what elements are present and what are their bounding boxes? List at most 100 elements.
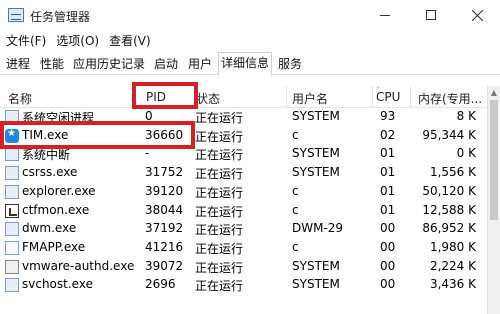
process-pid: 38044 [145, 202, 184, 217]
col-pid[interactable]: PID [146, 90, 166, 104]
maximize-icon [426, 10, 436, 20]
process-status: 正在运行 [195, 167, 244, 182]
process-pid: - [145, 146, 150, 161]
col-memory[interactable]: 内存(专用... [418, 90, 482, 107]
process-pid: 37192 [145, 221, 184, 236]
table-row[interactable]: svchost.exe 2696 正在运行 SYSTEM 00 3,436 K [0, 276, 487, 295]
process-user: c [292, 239, 299, 254]
process-memory: 50,120 K [422, 183, 476, 198]
process-user: SYSTEM [292, 109, 340, 123]
process-cpu: 93 [380, 109, 396, 123]
table-row[interactable]: ctfmon.exe 38044 正在运行 c 01 12,588 K [0, 202, 487, 221]
process-cpu: 02 [380, 127, 396, 142]
tab-details[interactable]: 详细信息 [218, 52, 272, 76]
table-row[interactable]: TIM.exe 36660 正在运行 c 02 95,344 K [0, 127, 487, 146]
process-pid: 36660 [145, 127, 184, 142]
vertical-scrollbar[interactable]: ▲ [487, 86, 500, 314]
process-user: c [292, 127, 299, 142]
col-cpu[interactable]: CPU [376, 90, 400, 104]
process-memory: 1,980 K [429, 239, 476, 254]
process-pid: 39072 [145, 258, 184, 273]
process-status: 正在运行 [195, 204, 244, 219]
tim-app-icon [5, 128, 19, 143]
title-bar: 任务管理器 [0, 0, 500, 30]
process-pid: 0 [145, 109, 153, 123]
process-user: SYSTEM [292, 146, 340, 161]
tab-users[interactable]: 用户 [184, 53, 216, 75]
col-status[interactable]: 状态 [196, 90, 220, 107]
process-pid: 39120 [145, 183, 184, 198]
tab-startup[interactable]: 启动 [150, 53, 182, 75]
process-memory: 2,224 K [429, 258, 476, 273]
menu-view[interactable]: 查看(V) [109, 32, 151, 49]
process-name: FMAPP.exe [22, 239, 86, 254]
system-icon [5, 147, 19, 162]
scroll-thumb[interactable] [490, 100, 498, 220]
menu-options[interactable]: 选项(O) [56, 32, 99, 49]
window-icon [5, 278, 19, 293]
window-icon [5, 184, 19, 199]
process-memory: 86,952 K [422, 221, 476, 236]
process-cpu: 01 [380, 146, 396, 161]
process-name: csrss.exe [22, 165, 78, 180]
table-row[interactable]: csrss.exe 31752 正在运行 SYSTEM 01 1,556 K [0, 164, 487, 183]
process-pid: 31752 [145, 165, 184, 180]
column-header: 名称 PID 状态 用户名 ˅ CPU 内存(专用... [0, 86, 487, 108]
window-title: 任务管理器 [30, 10, 91, 24]
fmapp-icon [5, 240, 19, 255]
table-row[interactable]: FMAPP.exe 41216 正在运行 c 00 1,980 K [0, 239, 487, 258]
process-status: 正在运行 [195, 279, 244, 294]
process-memory: 1,556 K [429, 165, 476, 180]
close-button[interactable] [454, 0, 500, 30]
col-name[interactable]: 名称 [8, 90, 32, 107]
process-status: 正在运行 [195, 223, 244, 238]
process-name: dwm.exe [22, 221, 77, 236]
process-cpu: 00 [380, 221, 396, 236]
col-divider[interactable] [372, 86, 373, 108]
process-cpu: 01 [380, 165, 396, 180]
scroll-up-icon[interactable]: ▲ [488, 88, 500, 98]
process-user: DWM-29 [292, 221, 344, 236]
minimize-icon [380, 14, 390, 16]
process-status: 正在运行 [195, 260, 244, 275]
table-row[interactable]: 系统中断 - 正在运行 SYSTEM 01 0 K [0, 145, 487, 164]
col-divider[interactable] [286, 86, 287, 108]
process-status: 正在运行 [195, 185, 244, 200]
process-status: 正在运行 [195, 129, 244, 144]
col-divider[interactable] [410, 86, 411, 108]
process-cpu: 00 [380, 258, 396, 273]
process-memory: 0 K [456, 146, 476, 161]
process-memory: 95,344 K [422, 127, 476, 142]
menu-file[interactable]: 文件(F) [6, 32, 46, 49]
tab-app-history[interactable]: 应用历史记录 [70, 53, 148, 75]
process-memory: 12,588 K [422, 202, 476, 217]
table-row[interactable]: 系统空闲进程 0 正在运行 SYSTEM 93 8 K [0, 108, 487, 127]
process-pid: 41216 [145, 239, 184, 254]
process-status: 正在运行 [195, 241, 244, 256]
col-divider[interactable] [194, 86, 195, 108]
col-username[interactable]: 用户名 [292, 90, 328, 107]
table-row[interactable]: vmware-authd.exe 39072 正在运行 SYSTEM 00 2,224 K [0, 258, 487, 277]
tab-services[interactable]: 服务 [274, 53, 306, 75]
menu-bar: 文件(F) 选项(O) 查看(V) [0, 30, 500, 50]
ctfmon-icon [5, 203, 19, 218]
process-user: SYSTEM [292, 277, 340, 292]
window-icon [5, 166, 19, 181]
process-name: TIM.exe [22, 127, 69, 142]
process-user: SYSTEM [292, 165, 340, 180]
tab-processes[interactable]: 进程 [2, 53, 34, 75]
process-memory: 8 K [456, 109, 476, 123]
table-row[interactable]: explorer.exe 39120 正在运行 c 01 50,120 K [0, 183, 487, 202]
process-name: 系统中断 [22, 148, 71, 163]
process-name: vmware-authd.exe [22, 258, 135, 273]
task-manager-icon [8, 8, 24, 22]
process-cpu: 00 [380, 277, 396, 292]
vmware-icon [5, 259, 19, 274]
maximize-button[interactable] [408, 0, 454, 30]
process-name: explorer.exe [22, 183, 96, 198]
process-name: svchost.exe [22, 277, 93, 292]
table-row[interactable]: dwm.exe 37192 正在运行 DWM-29 00 86,952 K [0, 220, 487, 239]
tab-performance[interactable]: 性能 [36, 53, 68, 75]
minimize-button[interactable] [362, 0, 408, 30]
process-status: 正在运行 [195, 148, 244, 163]
